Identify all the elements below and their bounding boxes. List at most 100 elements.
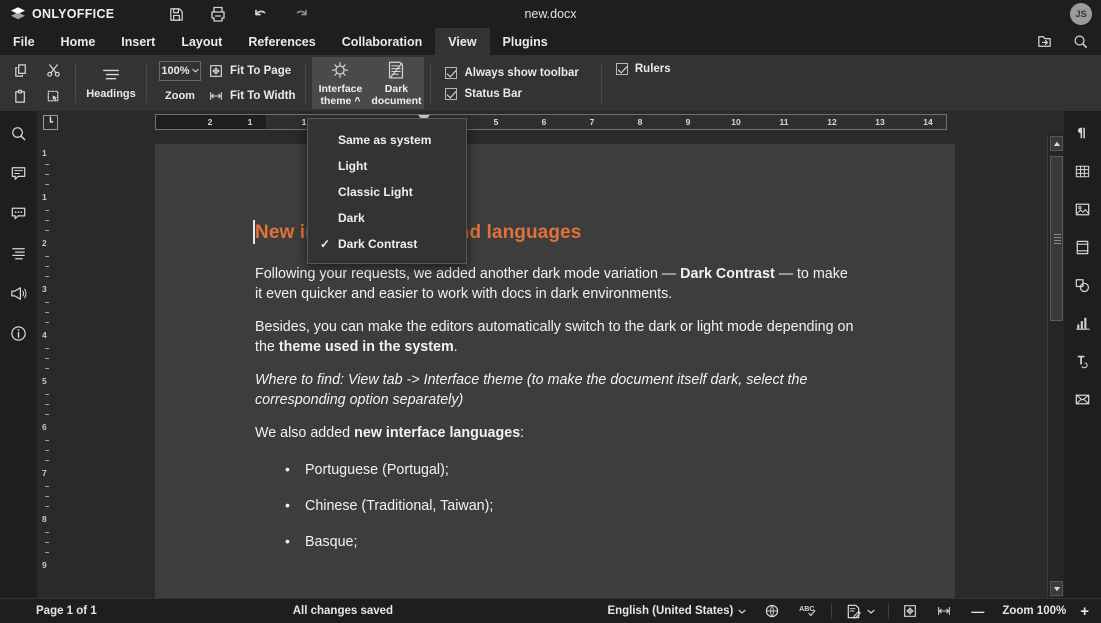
zoom-value: 100%	[161, 64, 190, 77]
tab-view[interactable]: View	[435, 28, 490, 55]
vruler-number: 1	[42, 148, 47, 158]
spell-checking-icon[interactable]: ABC	[789, 599, 827, 623]
theme-option-dark-contrast[interactable]: ✓ Dark Contrast	[308, 231, 466, 257]
vruler-number: 2	[42, 238, 47, 248]
ruler-number: 6	[541, 117, 547, 127]
paragraph-settings-icon[interactable]	[1068, 120, 1098, 146]
fit-to-page-icon[interactable]	[893, 599, 927, 623]
scroll-down-icon[interactable]	[1050, 581, 1063, 596]
document-bullet-list: Portuguese (Portugal); Chinese (Traditio…	[255, 460, 855, 551]
shape-settings-icon[interactable]	[1068, 272, 1098, 298]
tab-file[interactable]: File	[0, 28, 48, 55]
always-show-toolbar-checkbox[interactable]: Always show toolbar	[445, 66, 579, 79]
search-icon[interactable]	[4, 120, 34, 146]
status-bar-checkbox[interactable]: Status Bar	[445, 87, 578, 100]
redo-icon[interactable]	[292, 4, 312, 24]
horizontal-ruler[interactable]: ┗ 2 1 1 2 3 4 5 6 7 8 9 10 11 12	[37, 111, 1047, 134]
avatar[interactable]: JS	[1070, 3, 1092, 25]
tab-collaboration[interactable]: Collaboration	[329, 28, 436, 55]
ruler-number: 13	[875, 117, 885, 127]
table-settings-icon[interactable]	[1068, 158, 1098, 184]
document-canvas[interactable]: New interface theme and languages Follow…	[57, 134, 1047, 598]
chat-icon[interactable]	[4, 200, 34, 226]
theme-option-label: Light	[338, 159, 368, 173]
fit-to-width-icon[interactable]	[927, 599, 961, 623]
zoom-in-button[interactable]: +	[1074, 599, 1101, 623]
chart-settings-icon[interactable]	[1068, 310, 1098, 336]
tab-home[interactable]: Home	[48, 28, 109, 55]
rulers-checkbox[interactable]: Rulers	[615, 63, 671, 75]
status-bar-right: English (United States) ABC — Zoom 100% …	[598, 599, 1101, 623]
tab-insert[interactable]: Insert	[108, 28, 168, 55]
list-item: Portuguese (Portugal);	[255, 460, 855, 479]
dark-document-label-1: Dark	[384, 83, 409, 95]
fit-to-width-icon	[208, 88, 224, 104]
save-icon[interactable]	[166, 4, 186, 24]
zoom-out-button[interactable]: —	[961, 599, 994, 623]
mail-merge-settings-icon[interactable]	[1068, 386, 1098, 412]
fit-to-width-button[interactable]: Fit To Width	[208, 85, 299, 107]
document-page[interactable]: New interface theme and languages Follow…	[155, 144, 955, 598]
zoom-group: 100% Fit To Page Zoom Fit To Width	[153, 55, 299, 111]
theme-option-label: Dark	[338, 211, 365, 225]
undo-icon[interactable]	[250, 4, 270, 24]
print-icon[interactable]	[208, 4, 228, 24]
image-settings-icon[interactable]	[1068, 196, 1098, 222]
dark-document-button[interactable]: Dark document	[368, 57, 424, 109]
menu-bar-right-icons	[1035, 28, 1101, 55]
interface-theme-button[interactable]: Interface theme ^	[312, 57, 368, 109]
vruler-number: 9	[42, 560, 47, 570]
copy-icon[interactable]	[5, 57, 37, 83]
document-paragraph: We also added new interface languages:	[255, 423, 855, 443]
headings-button[interactable]: Headings	[82, 59, 140, 107]
editor-area: ┗ 2 1 1 2 3 4 5 6 7 8 9 10 11 12	[37, 111, 1064, 598]
vertical-scrollbar[interactable]	[1047, 134, 1064, 598]
fit-to-page-button[interactable]: Fit To Page	[208, 60, 295, 82]
vruler-number: 6	[42, 422, 47, 432]
feedback-megaphone-icon[interactable]	[4, 280, 34, 306]
brand-logo: ONLYOFFICE	[0, 6, 114, 22]
interface-theme-dropdown[interactable]: ✓ Same as system ✓ Light ✓ Classic Light…	[307, 118, 467, 264]
vruler-number: 4	[42, 330, 47, 340]
tab-references[interactable]: References	[235, 28, 328, 55]
theme-group: Interface theme ^ Dark document	[312, 57, 425, 109]
brand-name: ONLYOFFICE	[32, 7, 115, 21]
page-number-status[interactable]: Page 1 of 1	[36, 605, 97, 617]
zoom-select[interactable]: 100%	[159, 60, 201, 81]
tab-stop-selector[interactable]: ┗	[43, 115, 58, 130]
search-icon[interactable]	[1071, 33, 1089, 51]
text-art-settings-icon[interactable]	[1068, 348, 1098, 374]
document-paragraph: Besides, you can make the editors automa…	[255, 317, 855, 357]
toolbar-divider-4	[430, 63, 432, 103]
status-bar-label: Status Bar	[464, 87, 522, 100]
set-document-language-icon[interactable]	[755, 599, 789, 623]
paste-icon[interactable]	[5, 83, 37, 109]
open-file-location-icon[interactable]	[1035, 33, 1053, 51]
scroll-up-icon[interactable]	[1050, 136, 1063, 151]
always-show-toolbar-label: Always show toolbar	[464, 66, 579, 79]
vertical-ruler[interactable]: 1 1 2 3 4 5 6 7 8 9	[37, 134, 57, 598]
vruler-number: 1	[42, 192, 47, 202]
theme-option-light[interactable]: ✓ Light	[308, 153, 466, 179]
ruler-number: 5	[493, 117, 499, 127]
header-footer-settings-icon[interactable]	[1068, 234, 1098, 260]
theme-option-dark[interactable]: ✓ Dark	[308, 205, 466, 231]
theme-option-classic-light[interactable]: ✓ Classic Light	[308, 179, 466, 205]
tab-plugins[interactable]: Plugins	[490, 28, 561, 55]
tab-layout[interactable]: Layout	[168, 28, 235, 55]
toolbar-divider-3	[305, 63, 307, 103]
toolbar-checkbox-group-1: Always show toolbar Status Bar	[437, 55, 579, 111]
about-info-icon[interactable]	[4, 320, 34, 346]
comments-icon[interactable]	[4, 160, 34, 186]
theme-option-same-as-system[interactable]: ✓ Same as system	[308, 127, 466, 153]
scrollbar-thumb[interactable]	[1050, 156, 1063, 321]
select-all-icon[interactable]	[37, 83, 69, 109]
navigation-headings-icon[interactable]	[4, 240, 34, 266]
toolbar-divider-5	[600, 63, 602, 103]
document-language-button[interactable]: English (United States)	[598, 599, 755, 623]
chevron-down-icon	[738, 609, 746, 614]
clipboard-group	[0, 55, 69, 111]
track-changes-button[interactable]	[836, 599, 884, 623]
cut-icon[interactable]	[37, 57, 69, 83]
checkbox-box	[445, 66, 458, 79]
